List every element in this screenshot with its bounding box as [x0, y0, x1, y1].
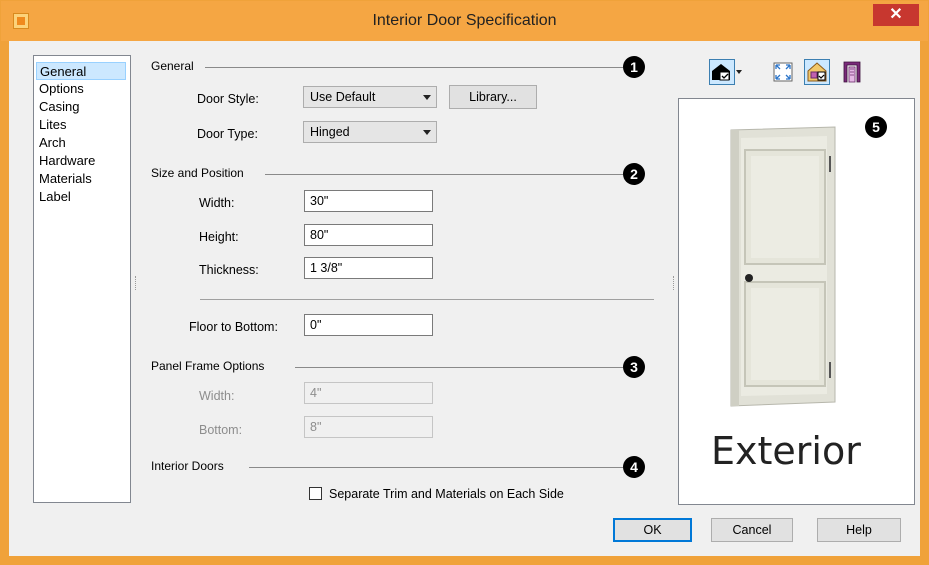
- panel-bottom-label: Bottom:: [199, 423, 243, 437]
- floor-to-bottom-label: Floor to Bottom:: [189, 320, 278, 334]
- dialog-window: Interior Door Specification ✕ General Op…: [0, 0, 929, 565]
- door-frame-icon: [843, 61, 861, 83]
- thickness-label: Thickness:: [199, 263, 259, 277]
- preview-caption: Exterior: [711, 429, 861, 473]
- view-camera-button[interactable]: [709, 59, 743, 85]
- door-type-dropdown[interactable]: Hinged: [303, 121, 437, 143]
- house-color-icon: [804, 59, 830, 85]
- door-style-label: Door Style:: [197, 92, 259, 106]
- thickness-field[interactable]: 1 3/8": [304, 257, 433, 279]
- height-label: Height:: [199, 230, 239, 244]
- nav-item-materials[interactable]: Materials: [36, 170, 126, 188]
- interior-doors-heading: Interior Doors: [151, 459, 224, 473]
- callout-badge-3: 3: [623, 356, 645, 378]
- splitter-grip[interactable]: [135, 276, 138, 290]
- general-heading: General: [151, 59, 194, 73]
- library-button[interactable]: Library...: [449, 85, 537, 109]
- nav-item-label[interactable]: Label: [36, 188, 126, 206]
- floor-to-bottom-field[interactable]: 0": [304, 314, 433, 336]
- close-button[interactable]: ✕: [873, 4, 919, 26]
- panel-width-label: Width:: [199, 389, 235, 403]
- section-separator: [200, 299, 654, 300]
- door-frame-button[interactable]: [840, 60, 864, 84]
- fit-view-button[interactable]: [771, 60, 795, 84]
- door-type-value: Hinged: [310, 125, 350, 139]
- help-button[interactable]: Help: [817, 518, 901, 542]
- panel-divider: [295, 367, 623, 368]
- interior-divider: [249, 467, 623, 468]
- width-label: Width:: [199, 196, 235, 210]
- chevron-down-icon: [423, 130, 431, 135]
- size-divider: [265, 174, 623, 175]
- nav-item-general[interactable]: General: [36, 62, 126, 80]
- size-position-heading: Size and Position: [151, 166, 244, 180]
- height-field[interactable]: 80": [304, 224, 433, 246]
- door-style-dropdown[interactable]: Use Default: [303, 86, 437, 108]
- panel-frame-heading: Panel Frame Options: [151, 359, 265, 373]
- dialog-body: General Options Casing Lites Arch Hardwa…: [9, 41, 920, 556]
- view-camera-icon: [709, 59, 742, 85]
- house-color-button[interactable]: [804, 59, 830, 85]
- width-field[interactable]: 30": [304, 190, 433, 212]
- nav-item-hardware[interactable]: Hardware: [36, 152, 126, 170]
- window-title: Interior Door Specification: [372, 12, 557, 29]
- title-bar[interactable]: Interior Door Specification ✕: [1, 1, 928, 41]
- general-divider: [205, 67, 623, 68]
- category-list[interactable]: General Options Casing Lites Arch Hardwa…: [33, 55, 131, 503]
- nav-item-arch[interactable]: Arch: [36, 134, 126, 152]
- panel-bottom-field: 8": [304, 416, 433, 438]
- callout-badge-2: 2: [623, 163, 645, 185]
- cancel-button[interactable]: Cancel: [711, 518, 793, 542]
- door-style-value: Use Default: [310, 90, 376, 104]
- panel-width-field: 4": [304, 382, 433, 404]
- door-illustration: [730, 126, 836, 407]
- door-preview-panel[interactable]: 5 Exterior: [678, 98, 915, 505]
- chevron-down-icon: [423, 95, 431, 100]
- splitter-grip-right[interactable]: [673, 276, 676, 290]
- callout-badge-5: 5: [865, 116, 887, 138]
- callout-badge-4: 4: [623, 456, 645, 478]
- door-type-label: Door Type:: [197, 127, 258, 141]
- ok-button[interactable]: OK: [613, 518, 692, 542]
- fit-view-icon: [773, 62, 793, 82]
- nav-item-casing[interactable]: Casing: [36, 98, 126, 116]
- separate-trim-label[interactable]: Separate Trim and Materials on Each Side: [329, 487, 564, 501]
- callout-badge-1: 1: [623, 56, 645, 78]
- separate-trim-checkbox[interactable]: [309, 487, 322, 500]
- nav-item-lites[interactable]: Lites: [36, 116, 126, 134]
- nav-item-options[interactable]: Options: [36, 80, 126, 98]
